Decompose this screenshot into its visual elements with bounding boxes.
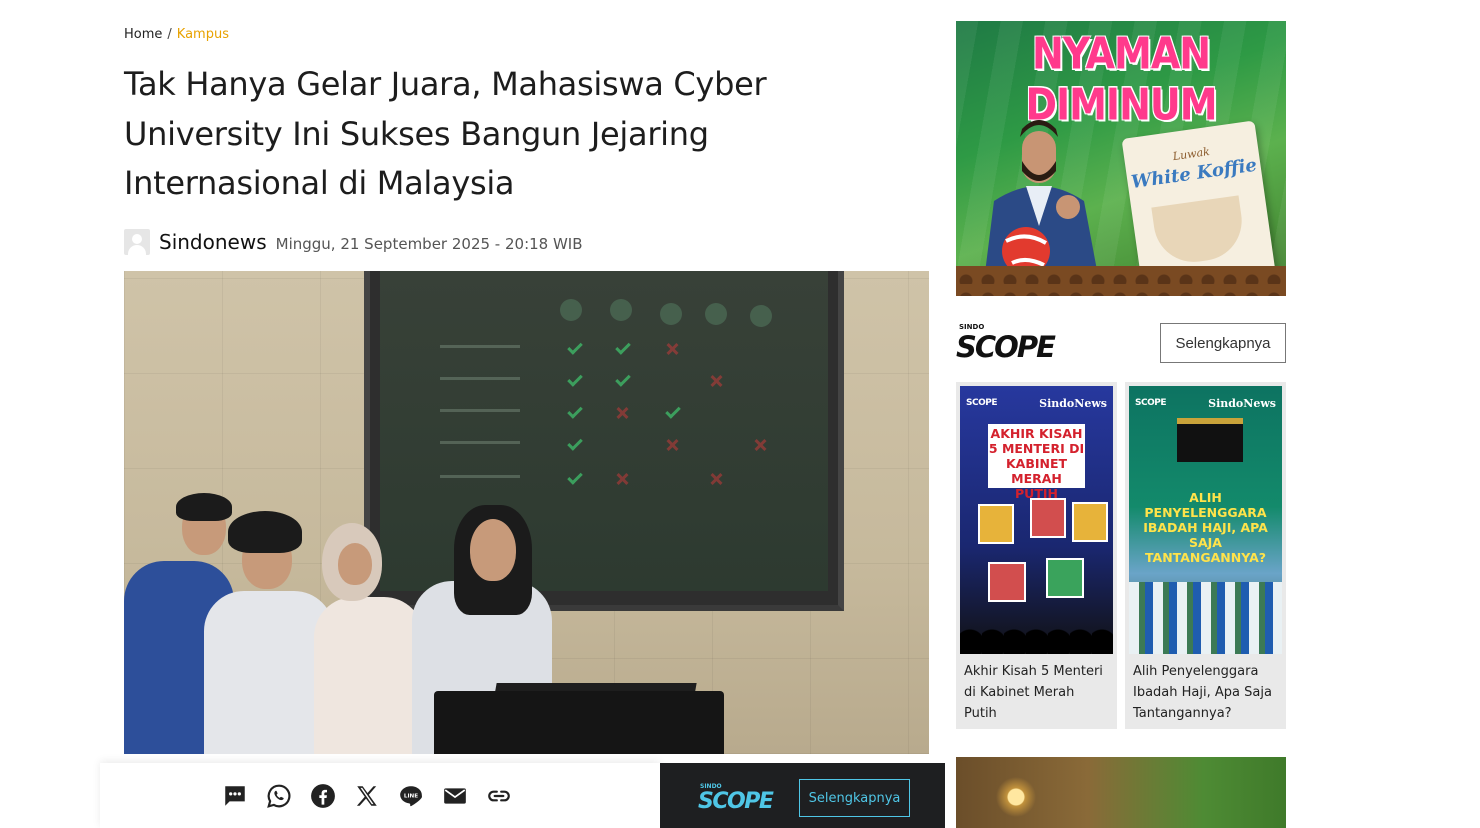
x-icon[interactable]	[354, 783, 380, 809]
thumb-title: ALIH PENYELENGGARA IBADAH HAJI, APA SAJA…	[1143, 490, 1268, 565]
scope-card[interactable]: SCOPE SindoNews AKHIR KISAH 5 MENTERI DI…	[956, 382, 1117, 729]
ad-product-cup	[1151, 195, 1247, 268]
ad-model-image	[984, 120, 1099, 281]
thumb-portrait	[978, 504, 1014, 544]
breadcrumb-kampus-link[interactable]: Kampus	[177, 27, 229, 42]
screen-cross-icon	[666, 343, 678, 355]
sindoscope-logo[interactable]: SINDO SCOPE	[698, 781, 780, 811]
screen-cross-icon	[754, 439, 766, 451]
screen-row-label	[440, 441, 520, 444]
screen-check-icon	[615, 339, 631, 355]
thumb-source: SindoNews	[1039, 396, 1107, 410]
screen-row-label	[440, 345, 520, 348]
email-icon[interactable]	[442, 783, 468, 809]
publish-date: Minggu, 21 September 2025 - 20:18 WIB	[275, 234, 583, 253]
thumb-portrait	[1030, 498, 1066, 538]
thumb-title: AKHIR KISAH 5 MENTERI DI KABINET MERAH P…	[988, 426, 1085, 501]
scope-card[interactable]: SCOPE SindoNews ALIH PENYELENGGARA IBADA…	[1125, 382, 1286, 729]
article-hero-image	[124, 271, 929, 754]
screen-cross-icon	[710, 375, 722, 387]
screen-check-icon	[567, 403, 583, 419]
thumb-source: SindoNews	[1208, 396, 1276, 410]
screen-dot	[560, 299, 582, 321]
ad-banner-top[interactable]: NYAMAN DIMINUM Luwak White Koffie	[956, 21, 1286, 296]
screen-check-icon	[567, 371, 583, 387]
screen-dot	[660, 303, 682, 325]
ad-coffee-beans	[956, 266, 1286, 296]
screen-check-icon	[567, 469, 583, 485]
thumb-portrait	[1046, 558, 1084, 598]
breadcrumb-home-link[interactable]: Home	[124, 27, 162, 42]
sindoscope-strip: SINDO SCOPE Selengkapnya	[660, 763, 945, 828]
thumb-pilgrims	[1129, 582, 1282, 654]
hero-screen-content	[380, 271, 828, 591]
screen-cross-icon	[616, 473, 628, 485]
strip-more-button[interactable]: Selengkapnya	[799, 779, 910, 817]
article-title: Tak Hanya Gelar Juara, Mahasiswa Cyber U…	[124, 65, 767, 202]
screen-row-label	[440, 475, 520, 478]
thumb-kaaba	[1177, 418, 1243, 462]
scope-card-caption[interactable]: Alih Penyelenggara Ibadah Haji, Apa Saja…	[1129, 654, 1282, 724]
thumb-crowd-silhouette	[960, 604, 1113, 654]
screen-row-label	[440, 377, 520, 380]
screen-row-label	[440, 409, 520, 412]
podium	[434, 691, 724, 754]
thumb-header: SCOPE SindoNews	[1135, 396, 1276, 410]
thumb-header: SCOPE SindoNews	[966, 396, 1107, 410]
whatsapp-icon[interactable]	[266, 783, 292, 809]
thumb-scope-badge: SCOPE	[966, 398, 997, 408]
screen-check-icon	[615, 371, 631, 387]
author-name[interactable]: Sindonews	[159, 230, 267, 254]
hero-projector-screen	[364, 271, 844, 611]
line-icon[interactable]: LINE	[398, 783, 424, 809]
link-icon[interactable]	[486, 783, 512, 809]
author-avatar	[124, 229, 150, 255]
screen-check-icon	[567, 435, 583, 451]
ad-banner-bottom[interactable]	[956, 757, 1286, 828]
thumb-portrait	[988, 562, 1026, 602]
breadcrumb: Home / Kampus	[124, 27, 229, 42]
logo-big-text: SCOPE	[698, 789, 774, 811]
screen-dot	[750, 305, 772, 327]
thumb-scope-badge: SCOPE	[1135, 398, 1166, 408]
facebook-icon[interactable]	[310, 783, 336, 809]
scope-more-button[interactable]: Selengkapnya	[1160, 323, 1286, 363]
screen-check-icon	[567, 339, 583, 355]
screen-dot	[610, 299, 632, 321]
breadcrumb-separator: /	[167, 27, 172, 42]
sindoscope-section-logo[interactable]: SINDO SCOPE	[956, 322, 1056, 360]
screen-check-icon	[665, 403, 681, 419]
scope-card-caption[interactable]: Akhir Kisah 5 Menteri di Kabinet Merah P…	[960, 654, 1113, 724]
section-logo-big: SCOPE	[956, 330, 1056, 360]
article-byline: Sindonews Minggu, 21 September 2025 - 20…	[124, 228, 583, 256]
scope-card-thumbnail: SCOPE SindoNews ALIH PENYELENGGARA IBADA…	[1129, 386, 1282, 654]
svg-text:LINE: LINE	[404, 793, 418, 799]
screen-dot	[705, 303, 727, 325]
scope-card-thumbnail: SCOPE SindoNews AKHIR KISAH 5 MENTERI DI…	[960, 386, 1113, 654]
ad-chandelier	[996, 777, 1036, 817]
comment-icon[interactable]	[222, 783, 248, 809]
share-bar: LINE	[100, 763, 660, 828]
screen-cross-icon	[710, 473, 722, 485]
screen-cross-icon	[616, 407, 628, 419]
screen-cross-icon	[666, 439, 678, 451]
thumb-portrait	[1072, 502, 1108, 542]
